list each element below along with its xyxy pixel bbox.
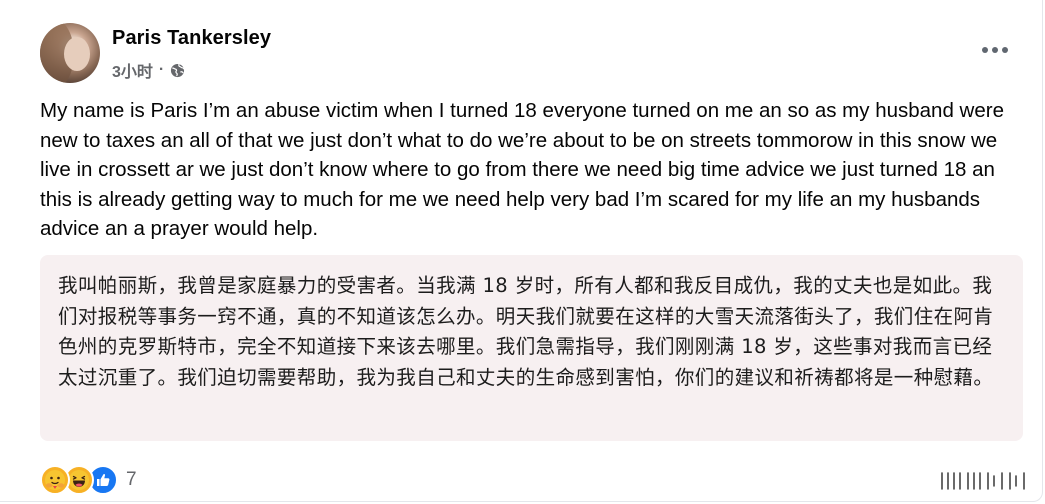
post-body-text: My name is Paris I’m an abuse victim whe… — [40, 99, 1004, 240]
more-dot — [992, 47, 998, 53]
post-card: Paris Tankersley 3小时 · My name is Paris … — [0, 0, 1043, 502]
more-options-icon[interactable] — [982, 44, 1008, 56]
watermark-logo — [936, 470, 1031, 492]
reaction-count[interactable]: 7 — [126, 469, 137, 491]
meta-separator: · — [158, 61, 165, 78]
care-face-graphic — [45, 470, 65, 490]
author-avatar[interactable] — [40, 23, 100, 83]
translation-text: 我叫帕丽斯，我曾是家庭暴力的受害者。当我满 18 岁时，所有人都和我反目成仇，我… — [58, 274, 994, 389]
post-meta: 3小时 · — [112, 58, 185, 82]
translation-box: 我叫帕丽斯，我曾是家庭暴力的受害者。当我满 18 岁时，所有人都和我反目成仇，我… — [40, 255, 1023, 441]
author-name[interactable]: Paris Tankersley — [112, 27, 271, 50]
avatar-face — [64, 37, 90, 71]
more-dot — [982, 47, 988, 53]
care-icon — [40, 465, 70, 495]
reactions-summary[interactable]: 7 — [40, 465, 137, 495]
thumbs-up-graphic — [97, 474, 110, 486]
haha-face-graphic — [69, 470, 89, 490]
post-time[interactable]: 3小时 — [112, 58, 153, 82]
watermark-graphic — [940, 471, 1026, 491]
globe-icon[interactable] — [170, 63, 185, 78]
more-dot — [1002, 47, 1008, 53]
